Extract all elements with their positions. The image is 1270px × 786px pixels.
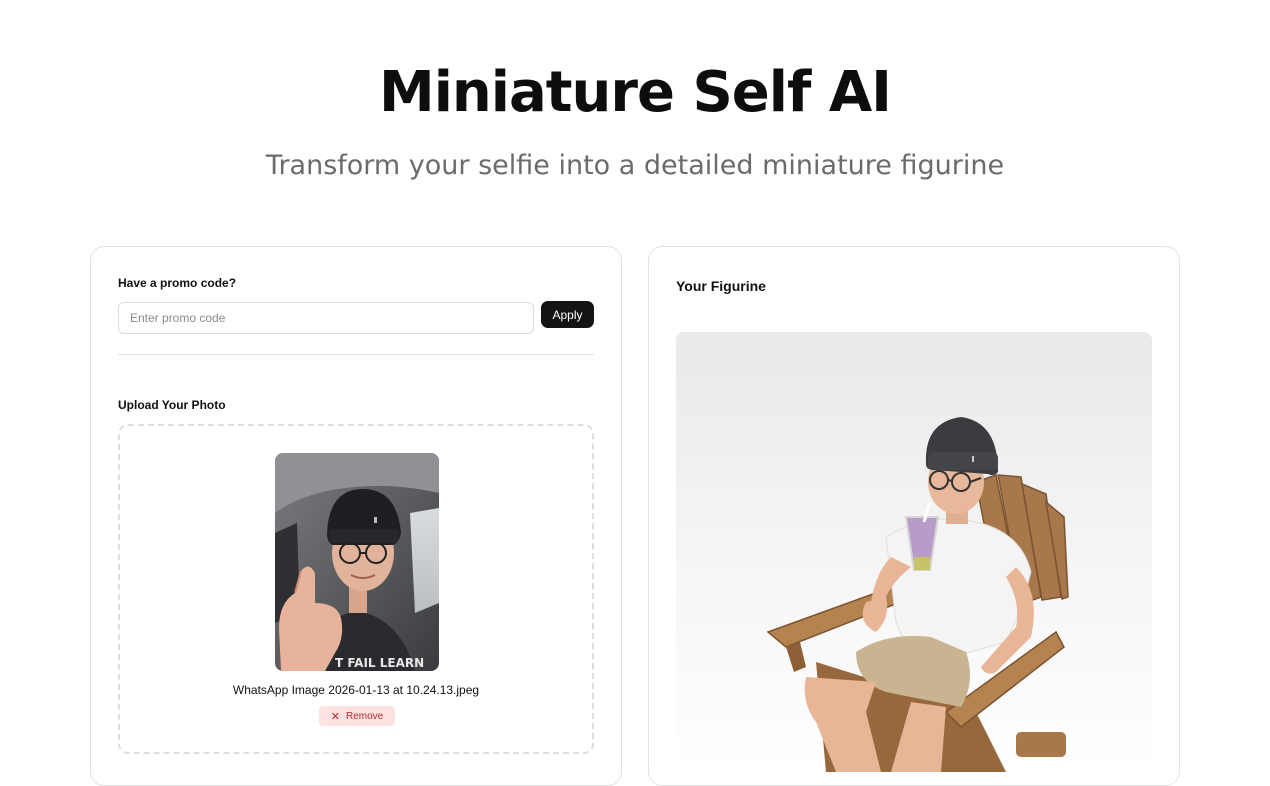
uploaded-file-name: WhatsApp Image 2026-01-13 at 10.24.13.jp… — [232, 683, 480, 697]
remove-photo-button[interactable]: ✕ Remove — [319, 706, 395, 726]
shirt-print-text: T FAIL LEARN — [335, 656, 424, 670]
close-icon: ✕ — [330, 710, 340, 723]
page-title: Miniature Self AI — [378, 60, 892, 125]
figurine-image — [676, 332, 1152, 772]
divider — [118, 354, 594, 355]
apply-promo-button[interactable]: Apply — [541, 301, 594, 328]
page-subtitle: Transform your selfie into a detailed mi… — [265, 150, 1005, 181]
figurine-title: Your Figurine — [676, 278, 766, 294]
promo-code-input[interactable] — [118, 302, 534, 334]
result-card: Your Figurine — [648, 246, 1180, 786]
uploaded-photo-preview: T FAIL LEARN — [275, 453, 439, 671]
photo-dropzone[interactable]: T FAIL LEARN WhatsApp Image 2026-01-13 a… — [118, 424, 594, 754]
promo-code-label: Have a promo code? — [118, 276, 237, 290]
upload-photo-label: Upload Your Photo — [118, 398, 226, 412]
upload-card: Have a promo code? Apply Upload Your Pho… — [90, 246, 622, 786]
remove-button-label: Remove — [345, 710, 384, 722]
